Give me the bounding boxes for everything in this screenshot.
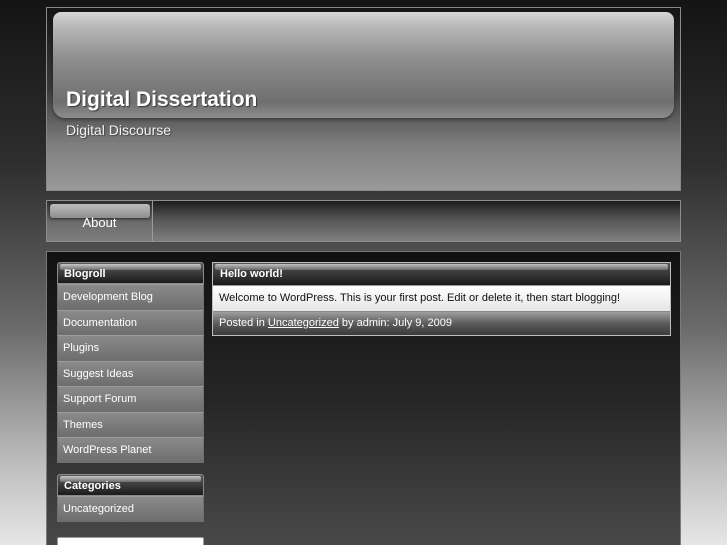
categories-widget: Categories Uncategorized bbox=[57, 474, 204, 522]
post-body-text: Welcome to WordPress. This is your first… bbox=[219, 292, 621, 304]
site-header: Digital Dissertation Digital Discourse bbox=[46, 7, 681, 191]
blogroll-item-label: Development Blog bbox=[63, 291, 153, 303]
main-nav: About bbox=[46, 200, 681, 242]
blogroll-title-bar: Blogroll bbox=[57, 262, 204, 284]
blogroll-item-label: Suggest Ideas bbox=[63, 367, 134, 380]
blogroll-item-development-blog[interactable]: Development Blog bbox=[57, 284, 204, 310]
post-title[interactable]: Hello world! bbox=[220, 268, 283, 280]
blogroll-item-suggest-ideas[interactable]: Suggest Ideas bbox=[57, 360, 204, 386]
site-title[interactable]: Digital Dissertation bbox=[66, 88, 257, 112]
blogroll-item-label: WordPress Planet bbox=[63, 444, 152, 456]
nav-item-label: About bbox=[82, 215, 117, 230]
content-area: Blogroll Development Blog Documentation … bbox=[46, 251, 681, 545]
post-hello-world: Hello world! Welcome to WordPress. This … bbox=[212, 262, 671, 336]
nav-item-about[interactable]: About bbox=[47, 201, 153, 241]
post-body: Welcome to WordPress. This is your first… bbox=[213, 285, 670, 311]
post-meta-text: Posted in Uncategorized by admin: July 9… bbox=[219, 317, 452, 329]
blogroll-item-themes[interactable]: Themes bbox=[57, 411, 204, 437]
post-title-bar: Hello world! bbox=[213, 263, 670, 285]
post-meta-suffix: by admin: July 9, 2009 bbox=[338, 317, 452, 329]
blogroll-item-label: Documentation bbox=[63, 316, 137, 329]
blogroll-item-plugins[interactable]: Plugins bbox=[57, 335, 204, 361]
post-meta-prefix: Posted in bbox=[219, 317, 268, 329]
blogroll-list: Development Blog Documentation Plugins S… bbox=[57, 284, 204, 463]
post-category-link[interactable]: Uncategorized bbox=[268, 317, 339, 329]
blogroll-title: Blogroll bbox=[64, 268, 106, 280]
blogroll-item-documentation[interactable]: Documentation bbox=[57, 309, 204, 335]
blogroll-item-label: Themes bbox=[63, 418, 103, 431]
category-item-label: Uncategorized bbox=[63, 503, 134, 515]
blogroll-item-wordpress-planet[interactable]: WordPress Planet bbox=[57, 437, 204, 463]
categories-title: Categories bbox=[64, 480, 121, 492]
blogroll-item-label: Support Forum bbox=[63, 393, 137, 405]
categories-list: Uncategorized bbox=[57, 496, 204, 522]
search-input[interactable] bbox=[57, 537, 204, 545]
blogroll-item-label: Plugins bbox=[63, 342, 100, 354]
post-meta: Posted in Uncategorized by admin: July 9… bbox=[213, 311, 670, 335]
site-description: Digital Discourse bbox=[66, 122, 172, 138]
blogroll-widget: Blogroll Development Blog Documentation … bbox=[57, 262, 204, 463]
blogroll-item-support-forum[interactable]: Support Forum bbox=[57, 386, 204, 412]
categories-title-bar: Categories bbox=[57, 474, 204, 496]
category-item-uncategorized[interactable]: Uncategorized bbox=[57, 496, 204, 522]
